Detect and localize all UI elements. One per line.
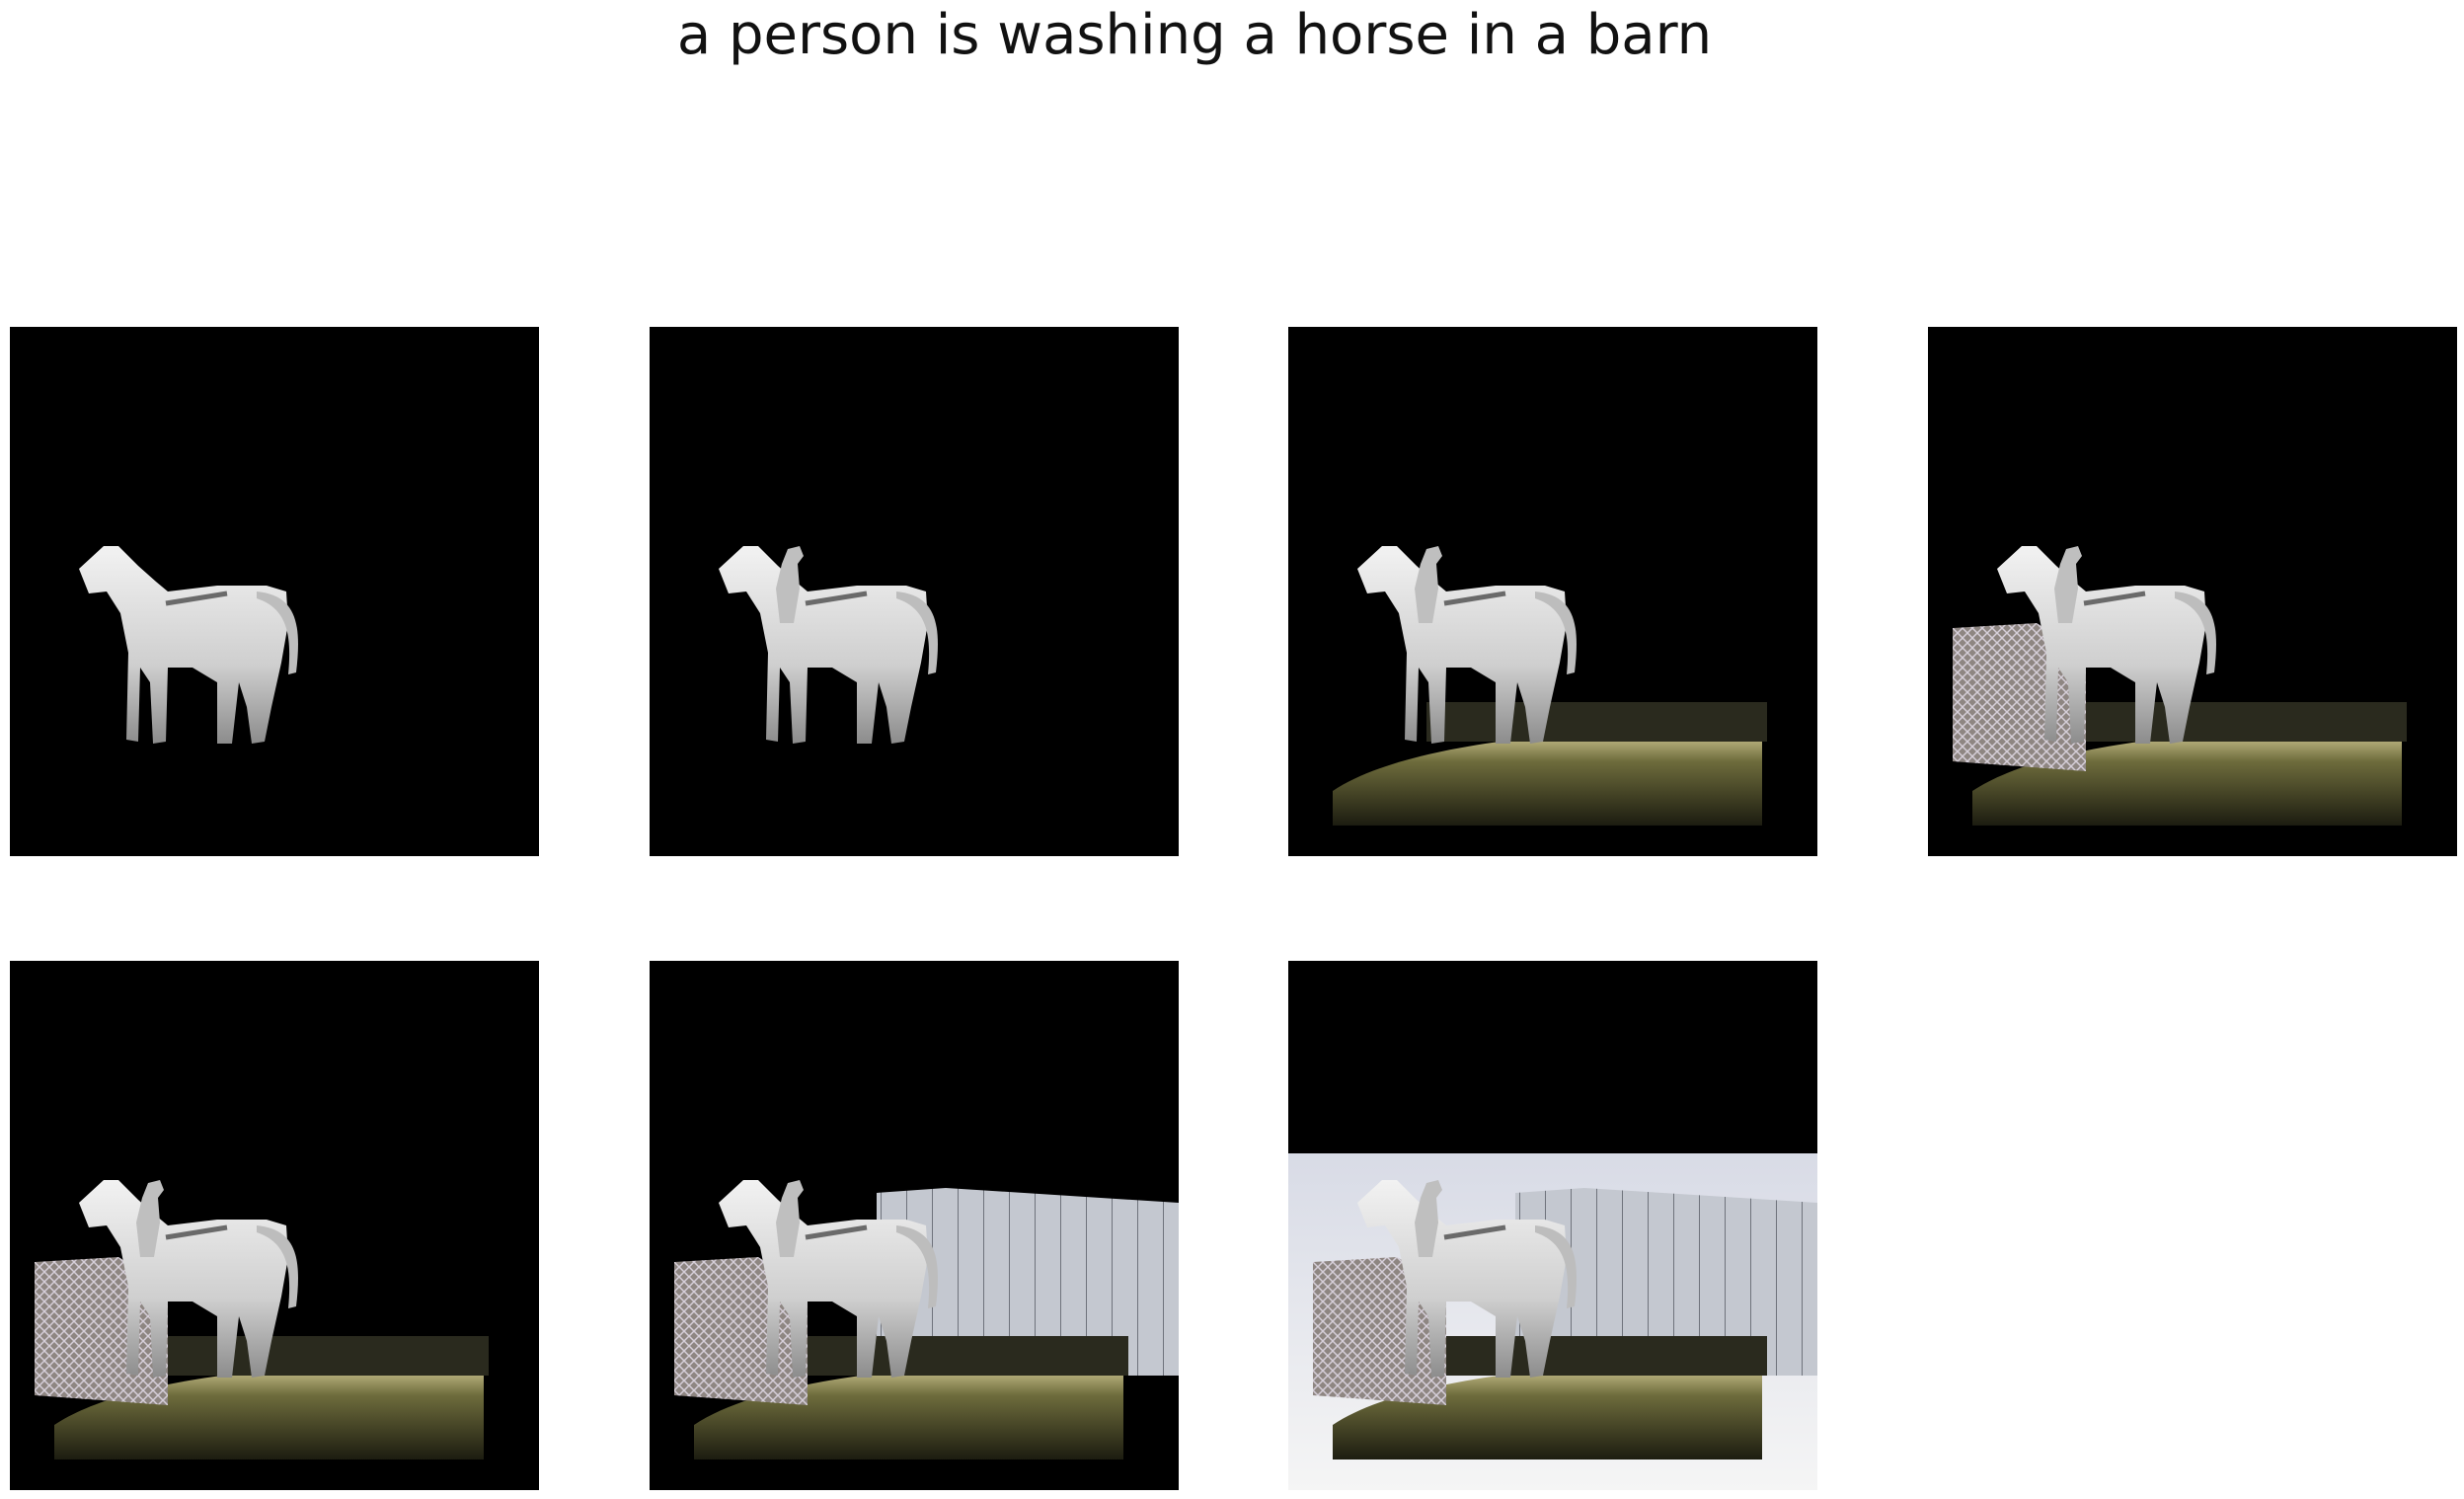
image-panel-1 [10, 327, 539, 856]
image-panel-5 [10, 961, 539, 1490]
image-panel-7 [1288, 961, 1817, 1490]
trailer-layer [148, 1336, 489, 1376]
image-panel-4 [1928, 327, 2457, 856]
generated-image-step-6 [674, 1180, 1179, 1460]
generated-image-step-4 [1953, 546, 2407, 826]
figure-title: a person is washing a horse in a barn [676, 3, 1713, 67]
trailer-layer [1426, 1336, 1767, 1376]
generated-image-step-3 [1333, 546, 1767, 826]
generated-image-step-5 [35, 1180, 489, 1460]
generated-image-step-2 [719, 546, 938, 744]
trailer-layer [2066, 702, 2407, 742]
horse-figure [719, 546, 938, 744]
trailer-layer [788, 1336, 1128, 1376]
image-panel-6 [650, 961, 1179, 1490]
generated-image-step-1 [79, 546, 298, 744]
image-panel-3 [1288, 327, 1817, 856]
horse-figure [79, 546, 298, 744]
trailer-layer [1426, 702, 1767, 742]
image-panel-2 [650, 327, 1179, 856]
generated-image-step-7 [1288, 1153, 1817, 1490]
